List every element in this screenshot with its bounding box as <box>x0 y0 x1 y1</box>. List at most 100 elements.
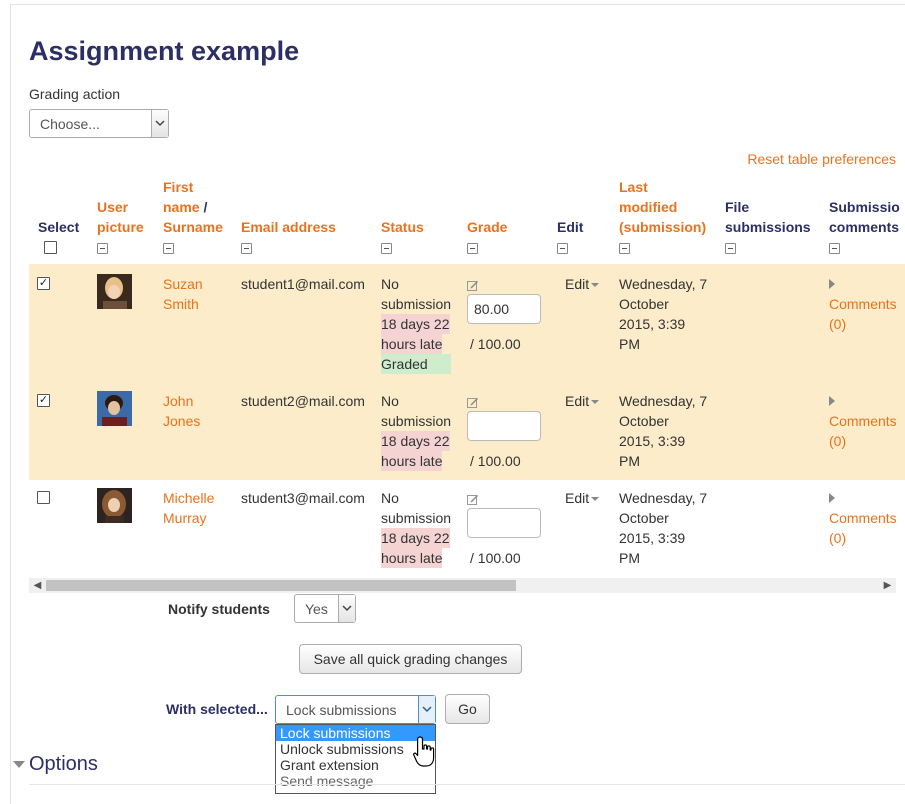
header-last-modified[interactable]: Last modified (submission) <box>619 177 706 257</box>
collapse-icon[interactable] <box>829 242 840 254</box>
header-file-sub-line2: submissions <box>725 219 811 235</box>
row-comments[interactable]: Comments (0) <box>829 488 897 548</box>
row-first-name[interactable]: Michelle <box>163 488 214 508</box>
collapse-icon[interactable] <box>241 242 252 254</box>
row-comments-count[interactable]: (0) <box>829 314 897 334</box>
header-email-label: Email address <box>241 219 336 235</box>
row-last-modified: Wednesday, 7 October 2015, 3:39 PM <box>619 274 707 354</box>
go-button[interactable]: Go <box>445 694 490 724</box>
options-section-toggle[interactable]: Options <box>13 753 98 776</box>
row-last-name[interactable]: Murray <box>163 508 214 528</box>
row-status: No submission 18 days 22 hours late Grad… <box>381 274 461 374</box>
scroll-left-icon[interactable]: ◀ <box>29 578 46 593</box>
chevron-down-icon <box>13 761 25 769</box>
row-modified-line2: October <box>619 413 669 429</box>
triangle-right-icon[interactable] <box>829 493 835 503</box>
header-file-sub-line1: File <box>725 199 750 215</box>
header-grade-label: Grade <box>467 219 508 235</box>
horizontal-scrollbar[interactable]: ◀ ▶ <box>29 578 896 593</box>
row-comments[interactable]: Comments (0) <box>829 274 897 334</box>
select-all-checkbox[interactable] <box>44 241 57 254</box>
header-user-picture[interactable]: User picture <box>97 197 144 257</box>
pencil-icon[interactable] <box>467 493 479 505</box>
row-comments-link[interactable]: Comments <box>829 411 897 431</box>
grade-input[interactable] <box>467 411 541 441</box>
row-edit-menu[interactable]: Edit <box>565 391 600 411</box>
row-status: No submission 18 days 22 hours late <box>381 391 461 471</box>
header-first-name-link[interactable]: name <box>163 199 200 215</box>
reset-table-preferences-link[interactable]: Reset table preferences <box>747 151 896 167</box>
header-last-modified-line3: (submission) <box>619 219 707 235</box>
notify-students-select[interactable]: Yes <box>294 594 356 623</box>
row-select-checkbox[interactable]: ✓ <box>37 277 50 290</box>
scrollbar-thumb[interactable] <box>46 580 516 591</box>
grade-input[interactable]: 80.00 <box>467 294 541 324</box>
avatar <box>97 488 132 523</box>
row-status-line2: submission <box>381 510 452 526</box>
triangle-right-icon[interactable] <box>829 396 835 406</box>
header-comments-line2: comments <box>829 219 900 235</box>
avatar <box>97 274 132 309</box>
collapse-icon[interactable] <box>725 242 736 254</box>
row-last-name[interactable]: Smith <box>163 294 203 314</box>
row-name[interactable]: Michelle Murray <box>163 488 214 528</box>
row-name[interactable]: Suzan Smith <box>163 274 203 314</box>
grade-input[interactable] <box>467 508 541 538</box>
with-selected-select[interactable]: Lock submissions <box>275 695 436 724</box>
row-status-line2: submission <box>381 296 452 312</box>
collapse-icon[interactable] <box>557 242 568 254</box>
row-comments-count[interactable]: (0) <box>829 528 897 548</box>
with-selected-label: With selected... <box>166 701 268 717</box>
options-heading: Options <box>29 753 98 775</box>
row-select-checkbox[interactable] <box>37 491 50 504</box>
pencil-icon[interactable] <box>467 396 479 408</box>
header-edit: Edit <box>557 217 583 257</box>
collapse-icon[interactable] <box>619 242 630 254</box>
row-grade-max: / 100.00 <box>470 550 521 566</box>
row-status-line2: submission <box>381 413 452 429</box>
row-graded-badge: Graded <box>381 354 451 374</box>
row-first-name[interactable]: Suzan <box>163 274 203 294</box>
row-comments-count[interactable]: (0) <box>829 431 897 451</box>
header-name[interactable]: First name / Surname <box>163 177 223 257</box>
save-quick-grading-button[interactable]: Save all quick grading changes <box>299 644 522 674</box>
row-comments[interactable]: Comments (0) <box>829 391 897 451</box>
header-submission-comments: Submissio comments <box>829 197 900 257</box>
row-last-name[interactable]: Jones <box>163 411 200 431</box>
options-divider <box>29 784 905 785</box>
grading-action-value: Choose... <box>40 115 100 132</box>
row-edit-menu[interactable]: Edit <box>565 274 600 294</box>
triangle-right-icon[interactable] <box>829 279 835 289</box>
row-comments-link[interactable]: Comments <box>829 508 897 528</box>
grading-table: Select User picture First name / Surname… <box>29 175 905 580</box>
row-status-line1: No <box>381 490 399 506</box>
row-last-modified: Wednesday, 7 October 2015, 3:39 PM <box>619 391 707 471</box>
row-name[interactable]: John Jones <box>163 391 200 431</box>
chevron-down-icon <box>151 110 168 137</box>
pencil-icon[interactable] <box>467 279 479 291</box>
row-late-line1: 18 days 22 <box>381 528 450 548</box>
with-selected-value: Lock submissions <box>286 701 397 718</box>
scroll-right-icon[interactable]: ▶ <box>879 578 896 593</box>
row-select-checkbox[interactable]: ✓ <box>37 394 50 407</box>
row-modified-line1: Wednesday, 7 <box>619 276 708 292</box>
header-surname-link[interactable]: Surname <box>163 217 223 237</box>
header-status[interactable]: Status <box>381 217 424 257</box>
grading-action-select[interactable]: Choose... <box>29 109 169 138</box>
row-first-name[interactable]: John <box>163 391 200 411</box>
header-email[interactable]: Email address <box>241 217 336 257</box>
row-status-line1: No <box>381 276 399 292</box>
option-send-message[interactable]: Send message <box>276 773 435 789</box>
collapse-icon[interactable] <box>163 242 174 254</box>
row-edit-menu[interactable]: Edit <box>565 488 600 508</box>
collapse-icon[interactable] <box>467 242 478 254</box>
row-last-modified: Wednesday, 7 October 2015, 3:39 PM <box>619 488 707 568</box>
header-grade[interactable]: Grade <box>467 217 507 257</box>
page-title: Assignment example <box>29 36 300 66</box>
row-email: student3@mail.com <box>241 490 365 506</box>
header-file-submissions: File submissions <box>725 197 811 257</box>
collapse-icon[interactable] <box>97 242 108 254</box>
collapse-icon[interactable] <box>381 242 392 254</box>
row-comments-link[interactable]: Comments <box>829 294 897 314</box>
row-edit-label: Edit <box>565 393 590 409</box>
